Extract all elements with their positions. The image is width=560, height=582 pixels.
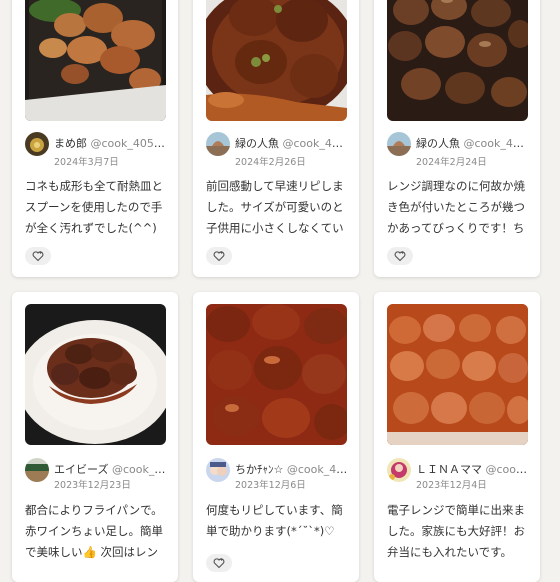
user-id: @cook_... [485,463,531,476]
username[interactable]: 緑の人魚 [235,137,279,150]
username[interactable]: 緑の人魚 [416,137,460,150]
like-button[interactable] [25,247,51,265]
tsukurepo-photo[interactable] [206,304,347,445]
username[interactable]: ＬＩＮＡママ [416,463,482,476]
avatar[interactable] [206,458,230,482]
user-id: @cook_40543... [90,137,169,150]
user-id: @cook_40... [286,463,349,476]
like-button[interactable] [206,247,232,265]
username[interactable]: まめ郎 [54,137,87,150]
like-button[interactable] [387,247,413,265]
tsukurepo-card[interactable]: まめ郎 @cook_40543... 2024年3月7日 コネも成形も全て耐熱皿… [12,0,178,277]
heart-plus-icon [32,251,44,262]
tsukurepo-photo[interactable] [25,0,166,121]
tsukurepo-card[interactable]: 緑の人魚 @cook_403... 2024年2月26日 前回感動して早速リピし… [193,0,359,277]
avatar[interactable] [387,132,411,156]
post-date: 2024年2月24日 [416,157,487,168]
tsukurepo-photo[interactable] [206,0,347,121]
user-id: @cook_403... [463,137,531,150]
username[interactable]: エイビーズ [54,463,108,476]
author-names: 緑の人魚 @cook_403... [235,137,349,151]
tsukurepo-photo[interactable] [387,0,528,121]
comment-text: コネも成形も全て耐熱皿とスプーンを使用したので手が全く汚れずでした(^^) [25,179,163,235]
tsukurepo-grid: まめ郎 @cook_40543... 2024年3月7日 コネも成形も全て耐熱皿… [0,0,560,582]
comment-text: 都合によりフライパンで。赤ワインちょい足し。簡単で美味しい👍 次回はレンジで😄 … [25,503,163,559]
tsukurepo-card[interactable]: エイビーズ @cook_400... 2023年12月23日 都合によりフライパ… [12,292,178,582]
comment-text: レンジ調理なのに何故か焼き色が付いたところが幾つかあってびっくりです！ちゃんとハ… [387,179,525,235]
author-names: まめ郎 @cook_40543... [54,137,168,151]
like-button[interactable] [206,554,232,572]
tsukurepo-card[interactable]: ＬＩＮＡママ @cook_... 2023年12月4日 電子レンジで簡単に出来ま… [374,292,540,582]
username[interactable]: ちかﾁｬﾝ☆ [235,463,283,476]
post-date: 2023年12月4日 [416,480,487,491]
post-date: 2023年12月6日 [235,480,306,491]
tsukurepo-card[interactable]: 緑の人魚 @cook_403... 2024年2月24日 レンジ調理なのに何故か… [374,0,540,277]
avatar[interactable] [387,458,411,482]
author-names: ＬＩＮＡママ @cook_... [416,463,530,477]
comment-text: 電子レンジで簡単に出来ました。家族にも大好評！お弁当にも入れたいです。 [387,503,525,559]
post-date: 2024年3月7日 [54,157,119,168]
heart-plus-icon [213,251,225,262]
heart-plus-icon [213,558,225,569]
author-names: 緑の人魚 @cook_403... [416,137,530,151]
avatar[interactable] [206,132,230,156]
comment-text: 何度もリピしています、簡単で助かります(*´˘`*)♡ [206,503,343,538]
tsukurepo-photo[interactable] [387,304,528,445]
tsukurepo-photo[interactable] [25,304,166,445]
tsukurepo-card[interactable]: ちかﾁｬﾝ☆ @cook_40... 2023年12月6日 何度もリピしています… [193,292,359,582]
user-id: @cook_403... [282,137,350,150]
user-id: @cook_400... [111,463,168,476]
post-date: 2024年2月26日 [235,157,306,168]
avatar[interactable] [25,458,49,482]
author-names: ちかﾁｬﾝ☆ @cook_40... [235,463,349,477]
heart-plus-icon [394,251,406,262]
avatar[interactable] [25,132,49,156]
post-date: 2023年12月23日 [54,480,131,491]
comment-text: 前回感動して早速リピしました。サイズが可愛いのと子供用に小さくしなくていいしとっ… [206,179,344,235]
author-names: エイビーズ @cook_400... [54,463,168,477]
